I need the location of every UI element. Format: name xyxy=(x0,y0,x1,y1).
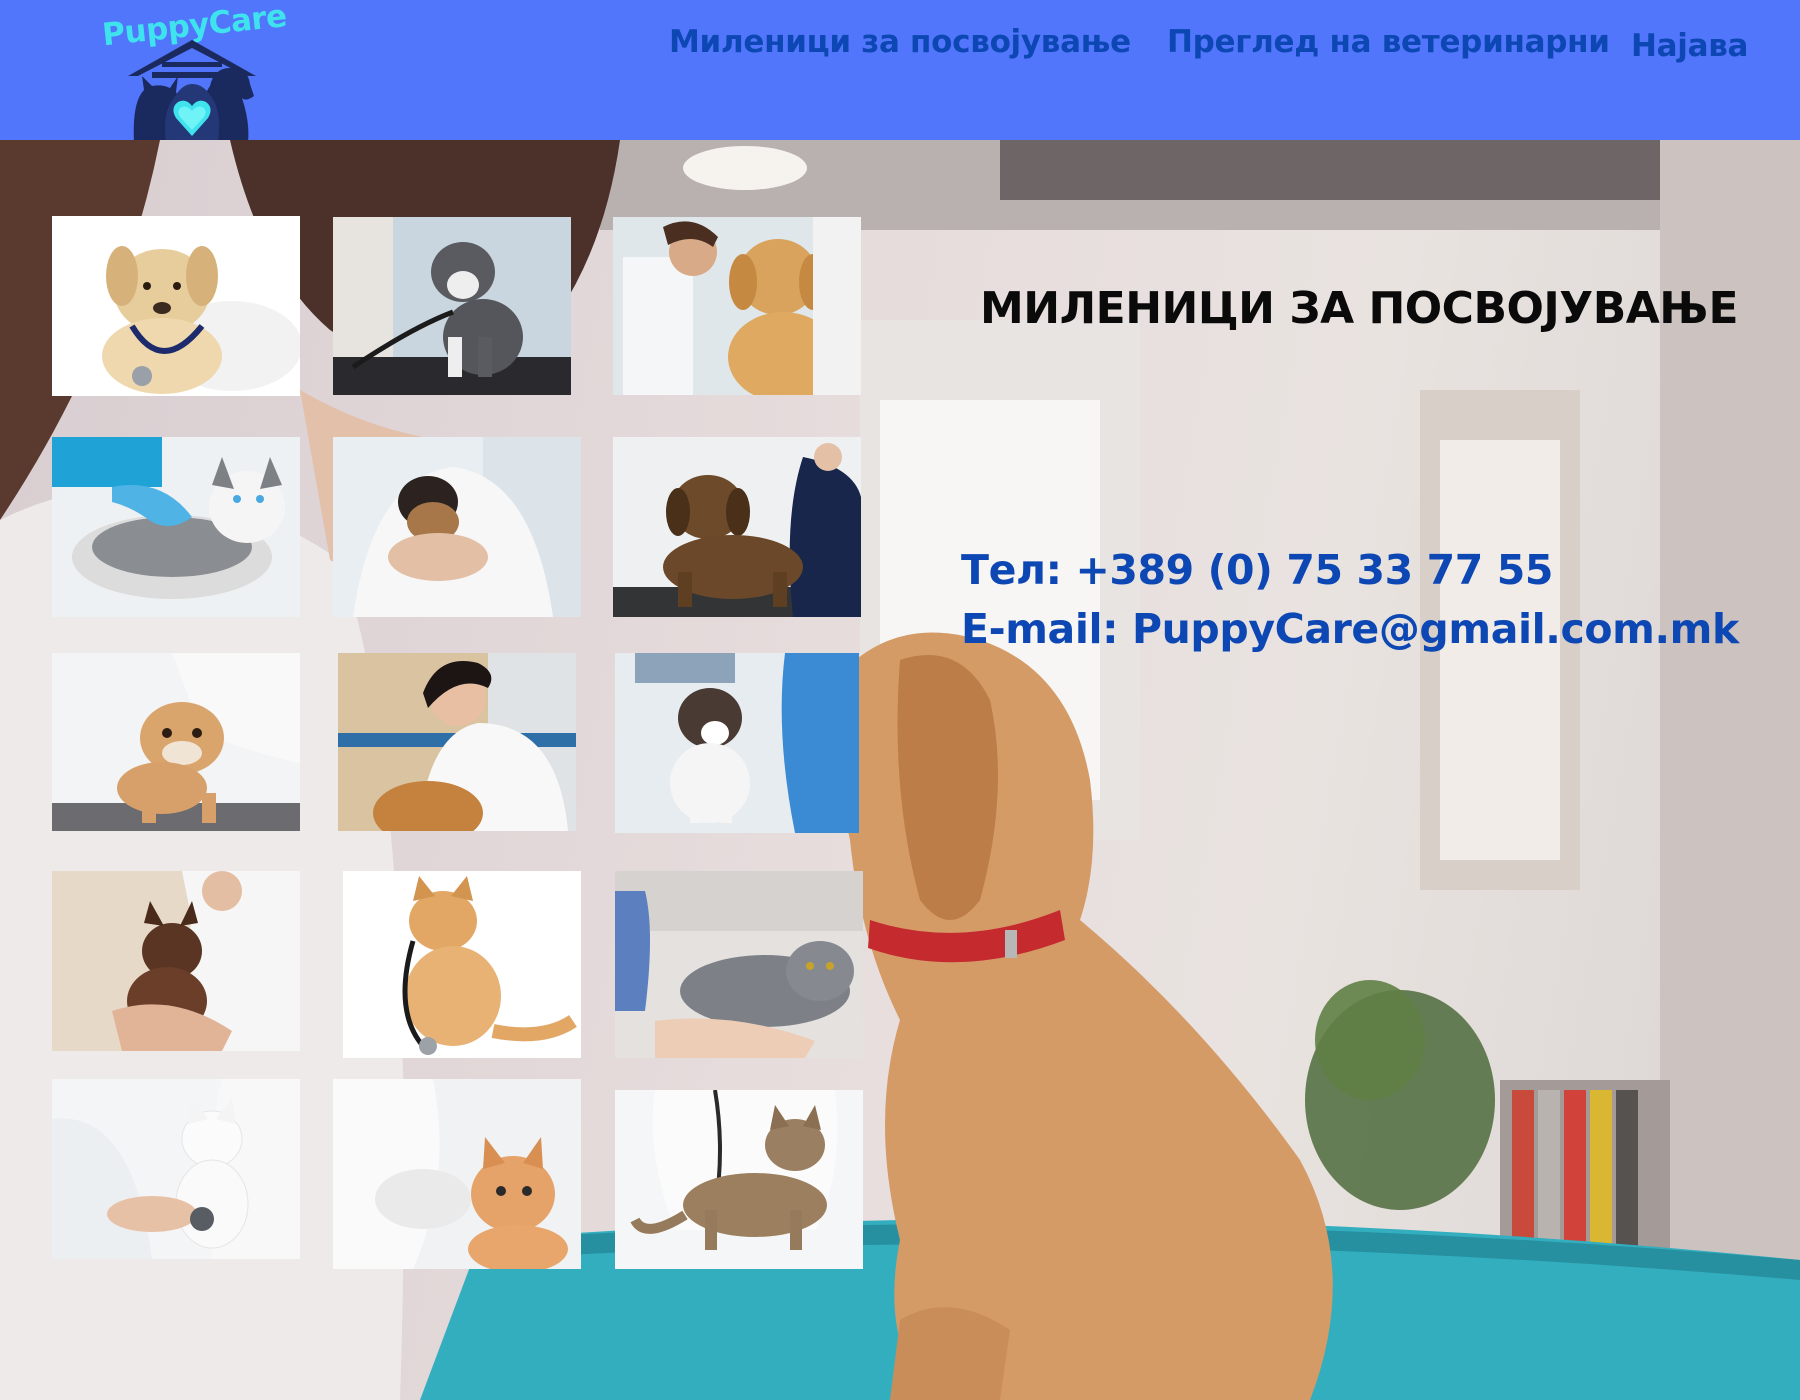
contact-phone: Тел: +389 (0) 75 33 77 55 xyxy=(961,546,1554,594)
chihuahua-puppy-image xyxy=(52,871,300,1051)
gallery-photo-tabby-cat[interactable] xyxy=(615,1090,863,1269)
house-pets-icon xyxy=(128,40,256,142)
yorkie-puppy-image xyxy=(333,437,581,617)
pitbull-puppy-image xyxy=(333,217,571,395)
gallery-photo-ginger-cat-stethoscope[interactable] xyxy=(343,871,581,1058)
husky-puppy-image xyxy=(52,437,300,617)
vet-with-golden-retriever-image xyxy=(338,653,576,831)
gallery-photo-pitbull-puppy[interactable] xyxy=(333,217,571,395)
ginger-kitten-image xyxy=(333,1079,581,1269)
white-kitten-image xyxy=(52,1079,300,1259)
bulldog-puppy-image xyxy=(52,653,300,831)
gallery-photo-labrador-puppy[interactable] xyxy=(52,216,300,396)
gallery-photo-yorkie-puppy[interactable] xyxy=(333,437,581,617)
gallery-photo-bulldog-puppy[interactable] xyxy=(52,653,300,831)
header: PuppyCare Миленици за посвојување Прегле… xyxy=(0,0,1800,142)
page-title: МИЛЕНИЦИ ЗА ПОСВОЈУВАЊЕ xyxy=(980,283,1739,334)
nav-pets-for-adoption[interactable]: Миленици за посвојување xyxy=(669,24,1131,60)
border-collie-puppy-image xyxy=(615,653,859,833)
ginger-cat-stethoscope-image xyxy=(343,871,581,1058)
grey-cat-image xyxy=(615,871,863,1058)
gallery-photo-chihuahua-puppy[interactable] xyxy=(52,871,300,1051)
gallery-photo-white-kitten[interactable] xyxy=(52,1079,300,1259)
gallery-photo-brown-puppy[interactable] xyxy=(613,437,861,617)
tabby-cat-image xyxy=(615,1090,863,1269)
golden-retriever-puppy-image xyxy=(613,217,861,395)
gallery-photo-husky-puppy[interactable] xyxy=(52,437,300,617)
puppycare-logo[interactable]: PuppyCare xyxy=(101,0,288,142)
gallery-photo-golden-retriever-puppy[interactable] xyxy=(613,217,861,395)
brown-puppy-image xyxy=(613,437,861,617)
gallery-photo-ginger-kitten[interactable] xyxy=(333,1079,581,1269)
nav-veterinary-review[interactable]: Преглед на ветеринарни xyxy=(1167,24,1610,60)
contact-email[interactable]: E-mail: PuppyCare@gmail.com.mk xyxy=(961,605,1739,653)
gallery-photo-grey-cat[interactable] xyxy=(615,871,863,1058)
labrador-puppy-image xyxy=(52,216,300,396)
gallery-photo-vet-with-golden-retriever[interactable] xyxy=(338,653,576,831)
gallery-photo-border-collie-puppy[interactable] xyxy=(615,653,859,833)
nav-login[interactable]: Најава xyxy=(1631,28,1748,64)
